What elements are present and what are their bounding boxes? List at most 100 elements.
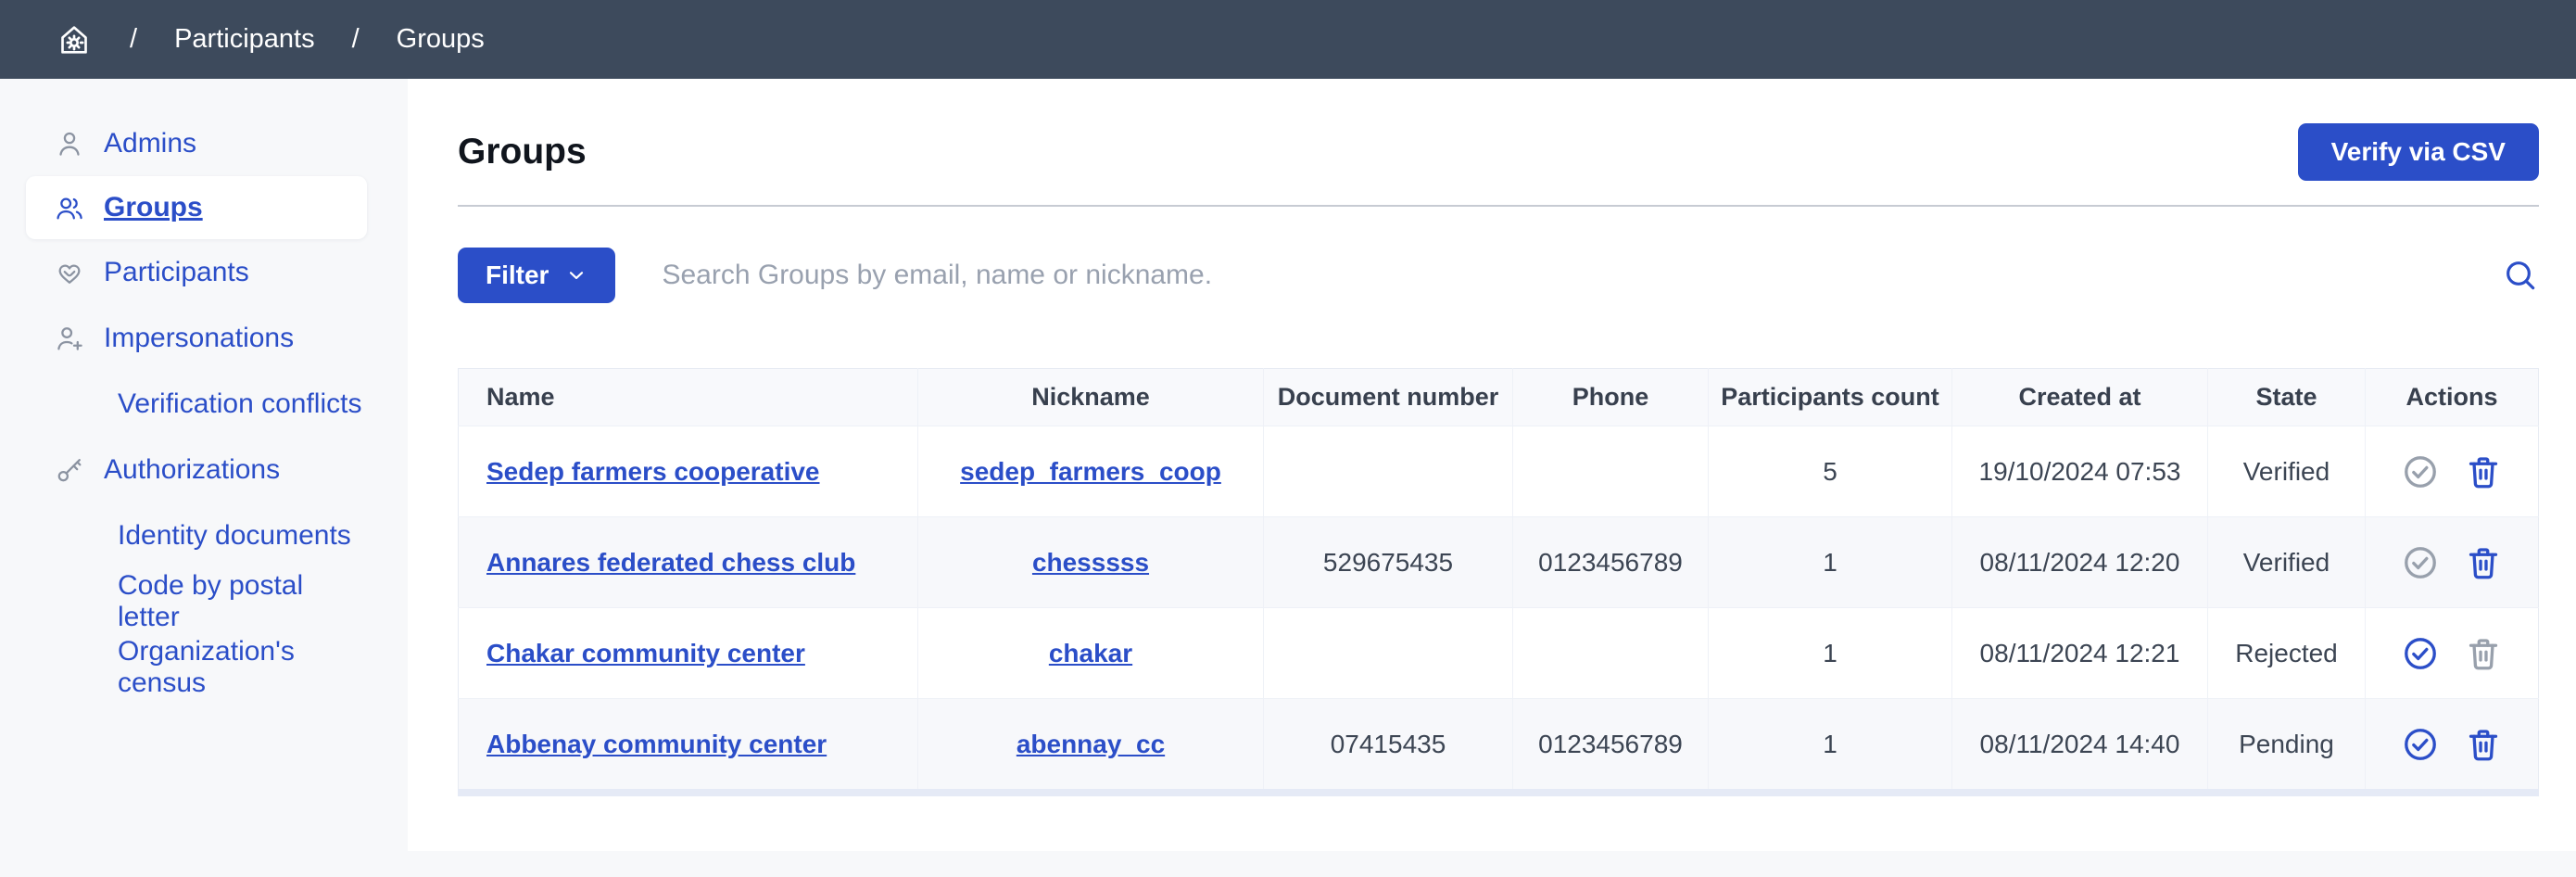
groups-admin-page: / Participants / Groups AdminsGroupsPart…	[0, 0, 2576, 877]
trash-icon	[2464, 634, 2503, 673]
column-header-document-number: Document number	[1264, 369, 1513, 426]
trash-icon	[2464, 452, 2503, 491]
cell-name: Chakar community center	[459, 608, 918, 699]
group-icon	[54, 192, 85, 223]
cell-phone: 0123456789	[1513, 699, 1709, 794]
home-icon	[56, 21, 93, 58]
column-header-created-at: Created at	[1952, 369, 2208, 426]
sidebar-item-organization-s-census[interactable]: Organization's census	[26, 634, 367, 700]
search-icon	[2502, 257, 2539, 294]
sidebar-item-label: Participants	[104, 257, 249, 288]
delete-group-button[interactable]	[2464, 725, 2503, 764]
cell-actions	[2366, 608, 2539, 699]
delete-group-button[interactable]	[2464, 543, 2503, 582]
group-nickname-link[interactable]: sedep_farmers_coop	[960, 457, 1221, 486]
filter-button[interactable]: Filter	[458, 248, 615, 303]
group-name-link[interactable]: Sedep farmers cooperative	[486, 457, 820, 486]
cell-document: 07415435	[1264, 699, 1513, 794]
search-button[interactable]	[2502, 257, 2539, 294]
sidebar-item-label: Authorizations	[104, 454, 280, 486]
check-circle-icon	[2401, 543, 2440, 582]
column-header-phone: Phone	[1513, 369, 1709, 426]
cell-nickname: abennay_cc	[918, 699, 1264, 794]
column-header-participants-count: Participants count	[1709, 369, 1952, 426]
check-circle-icon	[2401, 452, 2440, 491]
search-input[interactable]	[660, 259, 2483, 292]
check-circle-icon	[2401, 634, 2440, 673]
cell-count: 1	[1709, 699, 1952, 794]
group-name-link[interactable]: Abbenay community center	[486, 730, 827, 758]
home-link[interactable]	[56, 21, 93, 58]
cell-created: 08/11/2024 12:20	[1952, 517, 2208, 608]
group-nickname-link[interactable]: chakar	[1049, 639, 1132, 667]
breadcrumb-participants[interactable]: Participants	[174, 24, 315, 55]
column-header-name: Name	[459, 369, 918, 426]
user-icon	[54, 128, 85, 159]
table-row: Annares federated chess clubchesssss5296…	[459, 517, 2539, 608]
sidebar: Admins Groups Participants Impersonations Ve…	[0, 79, 408, 877]
verify-group-button[interactable]	[2401, 452, 2440, 491]
sidebar-item-code-by-postal-letter[interactable]: Code by postal letter	[26, 568, 367, 634]
verify-group-button[interactable]	[2401, 725, 2440, 764]
cell-created: 19/10/2024 07:53	[1952, 426, 2208, 517]
verify-group-button[interactable]	[2401, 634, 2440, 673]
group-nickname-link[interactable]: chesssss	[1032, 548, 1149, 577]
cell-nickname: sedep_farmers_coop	[918, 426, 1264, 517]
sidebar-item-label: Impersonations	[104, 323, 294, 354]
cell-actions	[2366, 426, 2539, 517]
group-name-link[interactable]: Chakar community center	[486, 639, 805, 667]
sidebar-item-identity-documents[interactable]: Identity documents	[26, 502, 367, 568]
sidebar-item-label: Organization's census	[118, 636, 367, 699]
cell-phone: 0123456789	[1513, 517, 1709, 608]
cell-created: 08/11/2024 14:40	[1952, 699, 2208, 794]
breadcrumb-separator: /	[130, 24, 137, 55]
page-title: Groups	[458, 132, 587, 172]
delete-group-button[interactable]	[2464, 634, 2503, 673]
key-icon	[54, 454, 85, 486]
sidebar-item-participants[interactable]: Participants	[26, 239, 367, 305]
cell-actions	[2366, 517, 2539, 608]
cell-phone	[1513, 426, 1709, 517]
delete-group-button[interactable]	[2464, 452, 2503, 491]
sidebar-item-label: Groups	[104, 192, 203, 223]
sidebar-item-authorizations[interactable]: Authorizations	[26, 437, 367, 502]
cell-nickname: chesssss	[918, 517, 1264, 608]
cell-state: Pending	[2208, 699, 2366, 794]
cell-created: 08/11/2024 12:21	[1952, 608, 2208, 699]
cell-document	[1264, 426, 1513, 517]
sidebar-item-groups[interactable]: Groups	[26, 176, 367, 239]
column-header-state: State	[2208, 369, 2366, 426]
cell-actions	[2366, 699, 2539, 794]
sidebar-item-label: Code by postal letter	[118, 570, 367, 633]
trash-icon	[2464, 725, 2503, 764]
cell-name: Sedep farmers cooperative	[459, 426, 918, 517]
groups-table: NameNicknameDocument numberPhoneParticip…	[458, 368, 2539, 796]
cell-name: Annares federated chess club	[459, 517, 918, 608]
group-nickname-link[interactable]: abennay_cc	[1017, 730, 1165, 758]
sidebar-item-label: Verification conflicts	[118, 388, 361, 420]
breadcrumb-groups[interactable]: Groups	[397, 24, 485, 55]
table-row: Sedep farmers cooperative sedep_farmers_c…	[459, 426, 2539, 517]
table-row: Abbenay community center abennay_cc 074154…	[459, 699, 2539, 794]
cell-nickname: chakar	[918, 608, 1264, 699]
sidebar-item-admins[interactable]: Admins	[26, 110, 367, 176]
trash-icon	[2464, 543, 2503, 582]
main-content: Groups Verify via CSV Filter NameNicknam…	[408, 79, 2576, 851]
column-header-actions: Actions	[2366, 369, 2539, 426]
cell-count: 1	[1709, 608, 1952, 699]
cell-phone	[1513, 608, 1709, 699]
sidebar-item-label: Admins	[104, 128, 196, 159]
sidebar-item-label: Identity documents	[118, 520, 351, 552]
sidebar-item-verification-conflicts[interactable]: Verification conflicts	[26, 371, 367, 437]
sidebar-item-impersonations[interactable]: Impersonations	[26, 305, 367, 371]
verify-group-button[interactable]	[2401, 543, 2440, 582]
title-divider	[458, 205, 2539, 207]
group-name-link[interactable]: Annares federated chess club	[486, 548, 855, 577]
column-header-nickname: Nickname	[918, 369, 1264, 426]
cell-name: Abbenay community center	[459, 699, 918, 794]
filter-button-label: Filter	[486, 261, 549, 290]
cell-state: Rejected	[2208, 608, 2366, 699]
table-row: Chakar community center chakar 108/11/2024…	[459, 608, 2539, 699]
verify-via-csv-button[interactable]: Verify via CSV	[2298, 123, 2539, 181]
user-add-icon	[54, 323, 85, 354]
